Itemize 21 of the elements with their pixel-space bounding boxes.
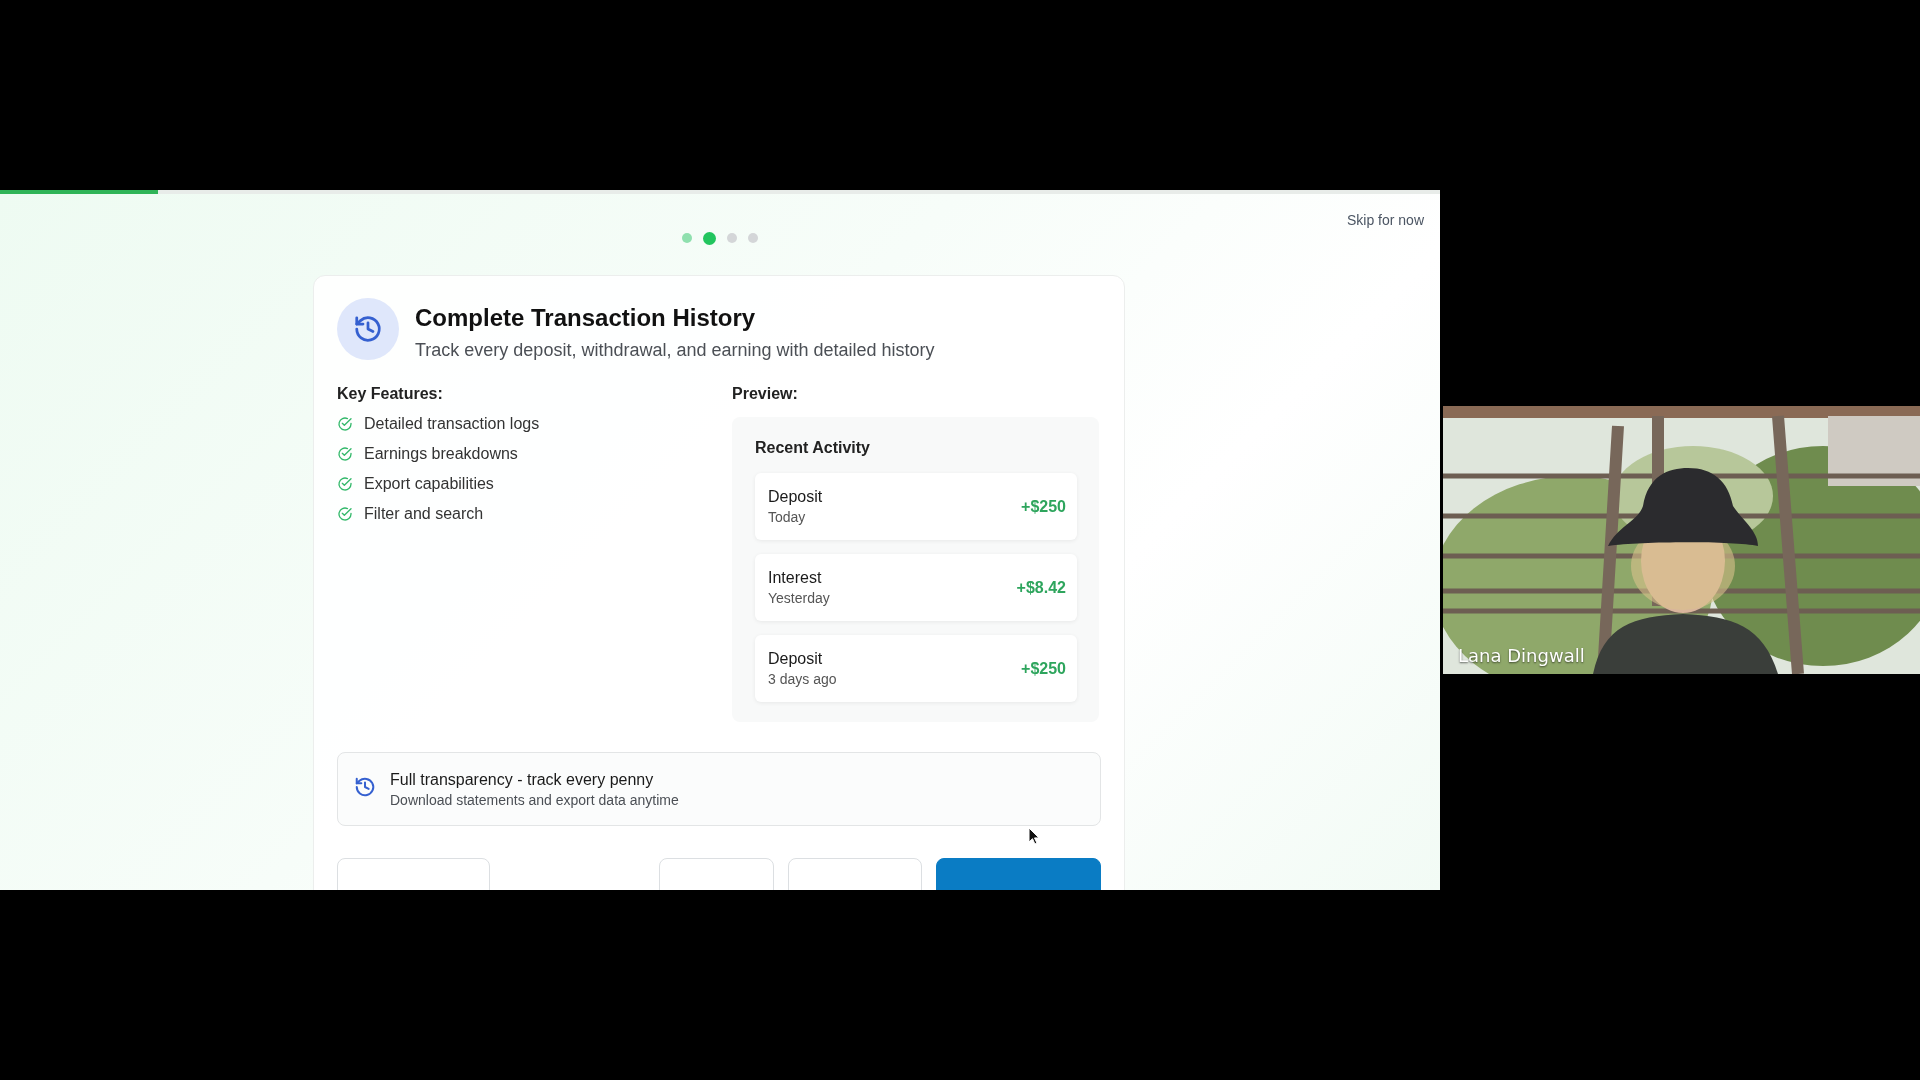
- feature-item: Export capabilities: [364, 475, 494, 493]
- transaction-type: Deposit: [768, 488, 823, 506]
- transaction-type: Deposit: [768, 650, 824, 668]
- section-heading: Preview:: [732, 385, 799, 403]
- feature-title: Complete Transaction History: [415, 304, 757, 332]
- transaction-amount: +$250: [1021, 659, 1066, 678]
- transaction-amount: +$250: [1021, 497, 1066, 516]
- transaction-date: Yesterday: [768, 590, 830, 606]
- transaction-date: 3 days ago: [768, 671, 837, 687]
- feature-item: Earnings breakdowns: [364, 445, 518, 463]
- feature-item: Detailed transaction logs: [364, 415, 540, 433]
- banner-text: Download statements and export data anytime: [390, 791, 679, 808]
- banner-title: Full transparency - track every penny: [390, 770, 655, 789]
- transaction-type: Interest: [768, 569, 823, 587]
- section-heading: Key Features:: [337, 385, 444, 403]
- feature-subtitle: Track every deposit, withdrawal, and earning with detailed history: [415, 340, 935, 361]
- panel-title: Recent Activity: [755, 439, 871, 457]
- transaction-date: Today: [768, 509, 807, 525]
- feature-item: Filter and search: [364, 505, 484, 523]
- skip-link[interactable]: Skip for now: [1346, 212, 1424, 228]
- transaction-amount: +$8.42: [1016, 578, 1066, 597]
